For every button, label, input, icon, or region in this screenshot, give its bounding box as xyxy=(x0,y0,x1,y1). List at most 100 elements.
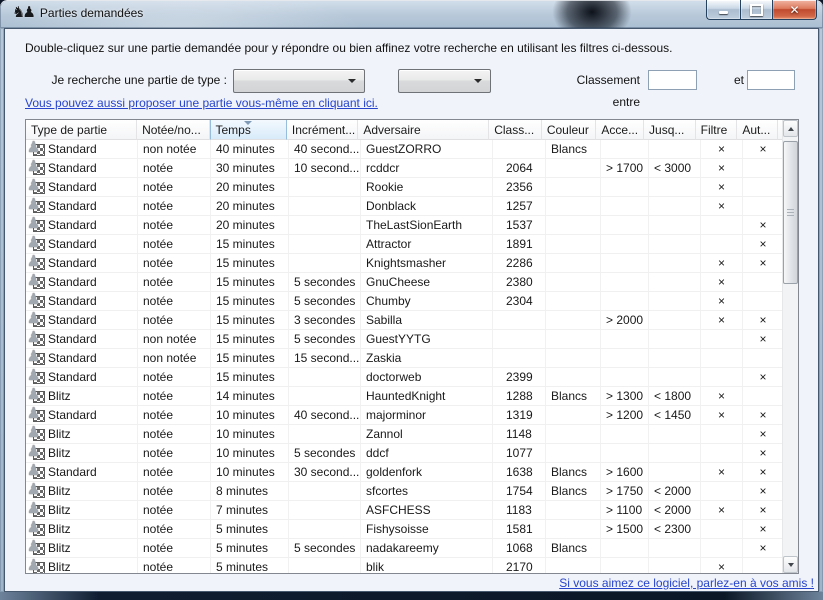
cell-filtre: × xyxy=(701,140,743,158)
cell-filtre: × xyxy=(701,387,743,405)
scroll-up-button[interactable] xyxy=(783,120,798,137)
table-row[interactable]: ♟Standardnotée10 minutes40 second...majo… xyxy=(26,406,798,425)
table-row[interactable]: ♟Standardnotée15 minutes5 secondesGnuChe… xyxy=(26,273,798,292)
scroll-down-button[interactable] xyxy=(783,556,798,573)
cell-filtre: × xyxy=(701,406,743,424)
table-row[interactable]: ♟Standardnotée15 minutesAttractor1891× xyxy=(26,235,798,254)
pawn-icon: ♟ xyxy=(27,349,40,365)
cell-temps: 8 minutes xyxy=(211,482,289,500)
column-header-adversaire[interactable]: Adversaire xyxy=(358,120,489,140)
column-header-increment[interactable]: Incrément... xyxy=(287,120,358,140)
table-row[interactable]: ♟Standardnotée20 minutesTheLastSionEarth… xyxy=(26,216,798,235)
table-row[interactable]: ♟Blitznotée10 minutesZannol1148× xyxy=(26,425,798,444)
vertical-scrollbar[interactable] xyxy=(782,120,798,573)
table-row[interactable]: ♟Blitznotée5 minutes5 secondesnadakareem… xyxy=(26,539,798,558)
table-row[interactable]: ♟Blitznotée14 minutesHauntedKnight1288Bl… xyxy=(26,387,798,406)
column-header-aut[interactable]: Aut... xyxy=(737,120,778,140)
minimize-button[interactable] xyxy=(706,0,740,20)
table-row[interactable]: ♟Standardnotée20 minutesRookie2356× xyxy=(26,178,798,197)
dialog-client-area: Double-cliquez sur une partie demandée p… xyxy=(4,28,819,592)
scrollbar-thumb[interactable] xyxy=(783,141,798,284)
cell-adversaire: sfcortes xyxy=(361,482,493,500)
cell-notee: notée xyxy=(138,539,211,557)
maximize-button[interactable] xyxy=(740,0,773,20)
cell-aut: × xyxy=(743,520,784,538)
rating-max-input[interactable] xyxy=(747,70,795,90)
cell-couleur xyxy=(546,558,601,573)
cell-classement: 2304 xyxy=(493,292,546,310)
table-row[interactable]: ♟Standardnotée10 minutes30 second...gold… xyxy=(26,463,798,482)
column-header-jusq[interactable]: Jusq... xyxy=(644,120,696,140)
table-row[interactable]: ♟Standardnotée15 minutes3 secondesSabill… xyxy=(26,311,798,330)
table-row[interactable]: ♟Standardnotée30 minutes10 second...rcdd… xyxy=(26,159,798,178)
cell-temps: 20 minutes xyxy=(211,178,289,196)
column-header-couleur[interactable]: Couleur xyxy=(542,120,597,140)
cell-couleur xyxy=(546,178,601,196)
pawn-checkerboard-icon: ♟ xyxy=(28,388,46,404)
game-subtype-select[interactable] xyxy=(398,69,491,93)
column-header-label: Acce... xyxy=(601,123,638,137)
tell-friends-link[interactable]: Si vous aimez ce logiciel, parlez-en à v… xyxy=(559,576,814,590)
cell-notee: notée xyxy=(138,558,211,573)
close-button[interactable]: ✕ xyxy=(773,0,817,20)
cell-type: ♟Standard xyxy=(26,292,138,310)
cell-adversaire: doctorweb xyxy=(361,368,493,386)
cell-filtre: × xyxy=(701,558,743,573)
title-bar[interactable]: ♞♟ Parties demandées ✕ xyxy=(0,0,823,28)
pawn-icon: ♟ xyxy=(27,387,40,403)
table-row[interactable]: ♟Standardnon notée15 minutes5 secondesGu… xyxy=(26,330,798,349)
table-row[interactable]: ♟Blitznotée5 minutesblik2170× xyxy=(26,558,798,573)
cell-jusq: < 1800 xyxy=(649,387,701,405)
column-header-filtre[interactable]: Filtre xyxy=(696,120,738,140)
cell-acce xyxy=(601,254,649,272)
cell-temps: 15 minutes xyxy=(211,273,289,291)
table-row[interactable]: ♟Standardnotée15 minutesdoctorweb2399× xyxy=(26,368,798,387)
table-row[interactable]: ♟Standardnotée15 minutesKnightsmasher228… xyxy=(26,254,798,273)
cell-temps: 15 minutes xyxy=(211,254,289,272)
cell-notee: notée xyxy=(138,425,211,443)
table-row[interactable]: ♟Blitznotée10 minutes5 secondesddcf1077× xyxy=(26,444,798,463)
cell-type: ♟Standard xyxy=(26,235,138,253)
cell-classement: 1288 xyxy=(493,387,546,405)
cell-jusq xyxy=(649,330,701,348)
arrow-down-icon xyxy=(788,563,794,567)
cell-aut: × xyxy=(743,501,784,519)
table-row[interactable]: ♟Blitznotée7 minutesASFCHESS1183> 1100< … xyxy=(26,501,798,520)
cell-aut: × xyxy=(743,482,784,500)
rating-min-input[interactable] xyxy=(648,70,697,90)
cell-filtre: × xyxy=(701,292,743,310)
table-row[interactable]: ♟Blitznotée5 minutesFishysoisse1581> 150… xyxy=(26,520,798,539)
game-type-select[interactable] xyxy=(233,69,365,93)
table-row[interactable]: ♟Standardnotée15 minutes5 secondesChumby… xyxy=(26,292,798,311)
column-header-temps[interactable]: Temps xyxy=(210,120,287,140)
pawn-checkerboard-icon: ♟ xyxy=(28,521,46,537)
cell-notee: notée xyxy=(138,501,211,519)
cell-couleur: Blancs xyxy=(546,463,601,481)
pawn-icon: ♟ xyxy=(27,444,40,460)
window-frame-right xyxy=(819,28,823,592)
intro-text: Double-cliquez sur une partie demandée p… xyxy=(25,41,672,55)
cell-filtre xyxy=(701,368,743,386)
table-row[interactable]: ♟Standardnon notée15 minutes15 second...… xyxy=(26,349,798,368)
cell-couleur xyxy=(546,235,601,253)
table-row[interactable]: ♟Blitznotée8 minutessfcortes1754Blancs> … xyxy=(26,482,798,501)
cell-jusq: < 2300 xyxy=(649,520,701,538)
table-row[interactable]: ♟Standardnotée20 minutesDonblack1257× xyxy=(26,197,798,216)
cell-classement: 1257 xyxy=(493,197,546,215)
cell-aut: × xyxy=(743,254,784,272)
cell-temps: 15 minutes xyxy=(211,235,289,253)
pawn-icon: ♟ xyxy=(27,159,40,175)
column-header-classement[interactable]: Class... xyxy=(489,120,542,140)
propose-game-link[interactable]: Vous pouvez aussi proposer une partie vo… xyxy=(25,96,378,110)
pawn-checkerboard-icon: ♟ xyxy=(28,255,46,271)
cell-notee: notée xyxy=(138,178,211,196)
cell-jusq xyxy=(649,368,701,386)
table-row[interactable]: ♟Standardnon notée40 minutes40 second...… xyxy=(26,140,798,159)
cell-aut: × xyxy=(743,539,784,557)
column-header-type[interactable]: Type de partie xyxy=(26,120,137,140)
cell-notee: notée xyxy=(138,520,211,538)
column-header-acce[interactable]: Acce... xyxy=(596,120,644,140)
column-header-notee[interactable]: Notée/no... xyxy=(137,120,209,140)
cell-adversaire: TheLastSionEarth xyxy=(361,216,493,234)
cell-couleur: Blancs xyxy=(546,387,601,405)
